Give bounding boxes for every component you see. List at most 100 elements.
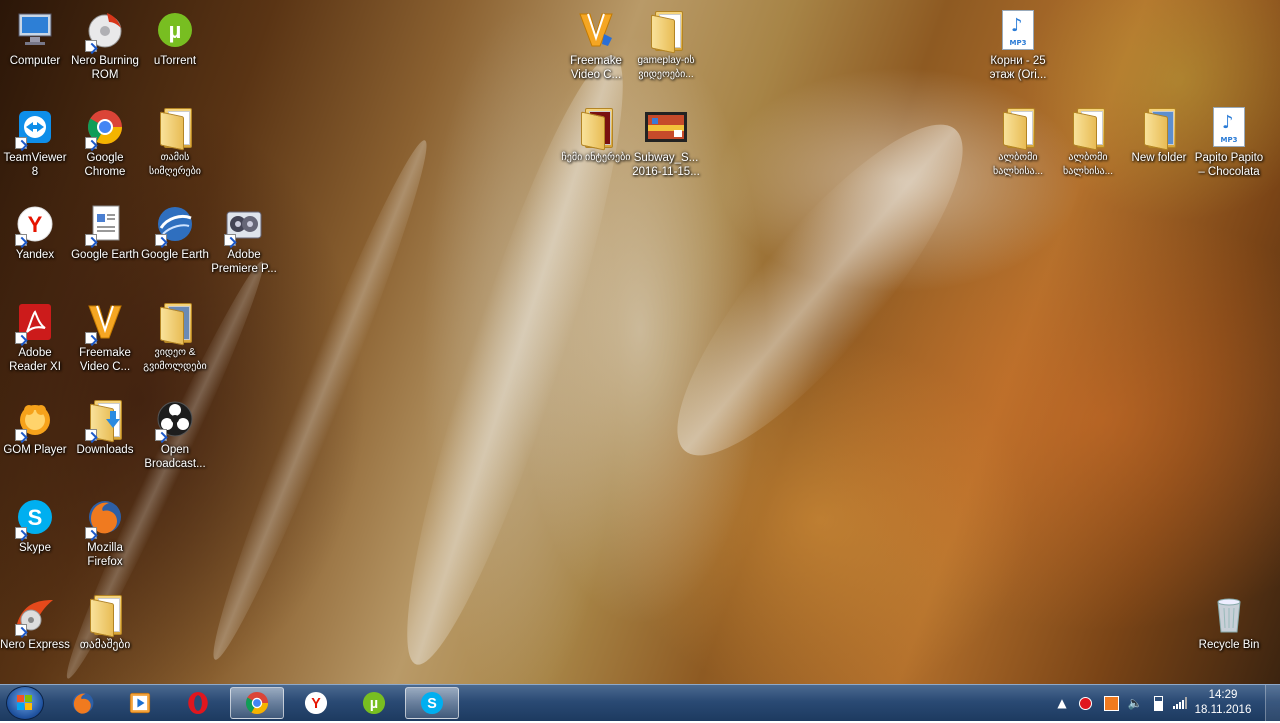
icon-label: uTorrent: [153, 55, 197, 67]
volume-icon[interactable]: 🔈: [1127, 695, 1143, 711]
desktop-icon-obs[interactable]: Open Broadcast...: [139, 397, 211, 471]
icon-label: Subway_S... 2016-11-15...: [632, 152, 700, 178]
desktop-icon-subway-video[interactable]: Subway_S... 2016-11-15...: [630, 105, 702, 179]
desktop-icon-korni-mp3[interactable]: ♪ MP3 Корни - 25 этаж (Ori...: [982, 8, 1054, 82]
desktop-icon-nero-express[interactable]: Nero Express: [0, 592, 71, 652]
folder-icon: [1137, 105, 1181, 151]
desktop-icon-teamviewer[interactable]: TeamViewer 8: [0, 105, 71, 179]
desktop-icon-album-folder-1[interactable]: ალბომი ხალხისა...: [982, 105, 1054, 179]
network-icon[interactable]: [1172, 695, 1188, 711]
icon-label: Adobe Reader XI: [9, 347, 61, 373]
folder-icon: [644, 8, 688, 54]
desktop-icon-premiere[interactable]: Adobe Premiere P...: [208, 202, 280, 276]
show-hidden-icon[interactable]: ▲: [1054, 695, 1070, 711]
desktop-icon-firefox[interactable]: Mozilla Firefox: [69, 495, 141, 569]
desktop-icon-games-folder[interactable]: თამაშები: [69, 592, 141, 652]
icon-label: Skype: [19, 542, 51, 554]
recycle-bin-icon: [1207, 592, 1251, 636]
icon-label: gameplay-ის ვიდეოები...: [637, 55, 695, 80]
desktop-icon-video-folder[interactable]: ვიდეო & გვიმოლდები: [139, 300, 211, 374]
desktop-icon-yandex[interactable]: Y Yandex: [0, 202, 71, 262]
yandex-icon: Y: [304, 691, 328, 715]
show-desktop-button[interactable]: [1265, 685, 1280, 721]
icon-label: Google Earth: [71, 249, 139, 261]
app-tray-icon[interactable]: [1103, 695, 1119, 711]
desktop-icon-papito-mp3[interactable]: ♪ MP3 Papito Papito – Chocolata: [1193, 105, 1265, 179]
mp3-file-icon: ♪ MP3: [1207, 105, 1251, 149]
nero-burning-rom-icon: [83, 8, 127, 52]
desktop-icon-google-earth-doc[interactable]: Google Earth: [69, 202, 141, 262]
folder-icon: [153, 300, 197, 346]
teamviewer-icon: [13, 105, 57, 149]
folder-icon: [574, 105, 618, 151]
firefox-icon: [83, 495, 127, 539]
folder-icon: [153, 105, 197, 151]
svg-text:Y: Y: [311, 696, 321, 712]
utorrent-icon: µ: [362, 691, 386, 715]
skype-icon: S: [13, 495, 57, 539]
icon-label: ალბომი ხალხისა...: [993, 152, 1043, 177]
icon-label: Корни - 25 этаж (Ori...: [989, 55, 1047, 81]
desktop-icon-intros-folder[interactable]: ჩემი ინტერები: [560, 105, 632, 165]
firefox-icon: [72, 692, 94, 714]
desktop-icon-songs-folder[interactable]: თამის სიმღერები: [139, 105, 211, 179]
folder-icon: [83, 592, 127, 638]
taskbar-yandex-button[interactable]: Y: [289, 687, 343, 719]
icon-label: Freemake Video C...: [79, 347, 131, 373]
desktop-background[interactable]: Computer TeamViewer 8 Y Yandex Adobe Rea…: [0, 0, 1280, 684]
icon-label: TeamViewer 8: [3, 152, 67, 178]
desktop-icon-google-chrome[interactable]: Google Chrome: [69, 105, 141, 179]
downloads-folder-icon: [83, 397, 127, 443]
clock-date: 18.11.2016: [1194, 704, 1252, 716]
record-icon[interactable]: [1077, 695, 1093, 711]
taskbar-media-player-button[interactable]: [113, 687, 167, 719]
mp3-file-icon: ♪ MP3: [996, 8, 1040, 52]
icon-label: Google Chrome: [84, 152, 126, 178]
skype-icon: S: [420, 691, 444, 715]
icon-label: ჩემი ინტერები: [561, 152, 631, 163]
media-player-icon: [129, 692, 151, 714]
icon-label: თამის სიმღერები: [149, 152, 201, 177]
desktop-icon-gom-player[interactable]: GOM Player: [0, 397, 71, 457]
icon-label: ვიდეო & გვიმოლდები: [143, 347, 207, 372]
taskbar-firefox-button[interactable]: [56, 687, 110, 719]
battery-icon[interactable]: [1150, 695, 1166, 711]
icon-label: Nero Burning ROM: [71, 55, 139, 81]
document-icon: [83, 202, 127, 246]
icon-label: Open Broadcast...: [144, 444, 206, 470]
icon-label: Adobe Premiere P...: [211, 249, 277, 275]
yandex-icon: Y: [13, 202, 57, 246]
desktop-icon-gameplay-folder[interactable]: gameplay-ის ვიდეოები...: [630, 8, 702, 82]
premiere-icon: [222, 202, 266, 246]
desktop-icon-nero-burning-rom[interactable]: Nero Burning ROM: [69, 8, 141, 82]
icon-label: Computer: [9, 55, 61, 67]
clock[interactable]: 14:29 18.11.2016: [1192, 688, 1254, 718]
svg-text:µ: µ: [169, 18, 182, 43]
desktop-icon-new-folder[interactable]: New folder: [1123, 105, 1195, 165]
taskbar: Y µ S ▲ 🔈 14:29 18.11.2016: [0, 684, 1280, 721]
taskbar-opera-button[interactable]: [171, 687, 225, 719]
desktop-icon-downloads[interactable]: Downloads: [69, 397, 141, 457]
icon-label: Google Earth: [141, 249, 209, 261]
icon-label: GOM Player: [3, 444, 67, 456]
adobe-reader-icon: [13, 300, 57, 344]
desktop-icon-google-earth[interactable]: Google Earth: [139, 202, 211, 262]
start-button[interactable]: [6, 686, 44, 720]
google-earth-icon: [153, 202, 197, 246]
svg-text:Y: Y: [28, 212, 43, 237]
taskbar-utorrent-button[interactable]: µ: [347, 687, 401, 719]
folder-icon: [1066, 105, 1110, 151]
svg-text:S: S: [427, 696, 437, 712]
taskbar-chrome-button[interactable]: [230, 687, 284, 719]
utorrent-icon: µ: [153, 8, 197, 52]
desktop-icon-freemake-2[interactable]: Freemake Video C...: [560, 8, 632, 82]
desktop-icon-freemake[interactable]: Freemake Video C...: [69, 300, 141, 374]
desktop-icon-album-folder-2[interactable]: ალბომი ხალხისა...: [1052, 105, 1124, 179]
desktop-icon-computer[interactable]: Computer: [0, 8, 71, 68]
desktop-icon-skype[interactable]: S Skype: [0, 495, 71, 555]
desktop-icon-adobe-reader[interactable]: Adobe Reader XI: [0, 300, 71, 374]
taskbar-skype-button[interactable]: S: [405, 687, 459, 719]
desktop-icon-utorrent[interactable]: µ uTorrent: [139, 8, 211, 68]
desktop-icon-recycle-bin[interactable]: Recycle Bin: [1193, 592, 1265, 652]
icon-label: Recycle Bin: [1198, 639, 1260, 651]
